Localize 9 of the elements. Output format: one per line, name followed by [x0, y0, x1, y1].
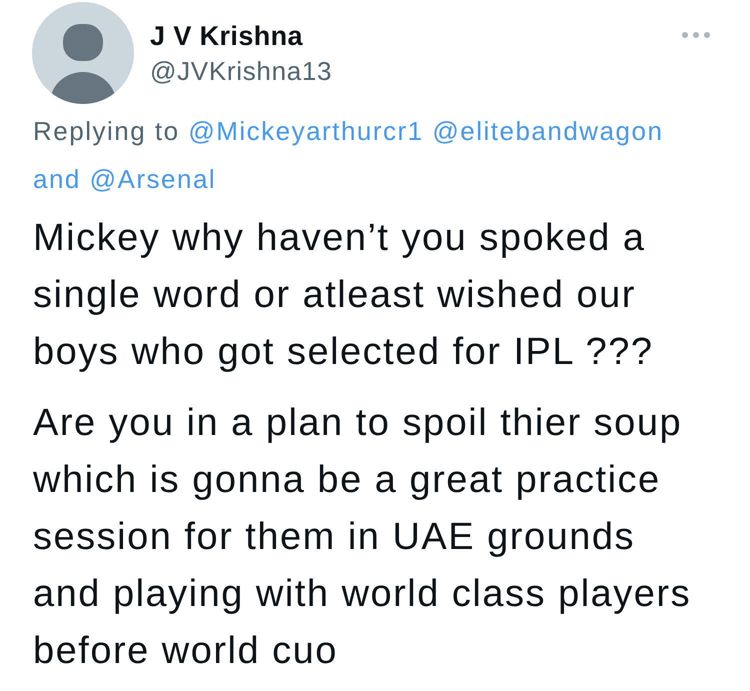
replying-to-text: Replying to @Mickeyarthurcr1 @elitebandwagon and @Arsenal: [33, 115, 664, 196]
tweet-text: Mickey why haven’t you spoked a single word or atleast wished our boys who got selected for IPL ???: [33, 216, 655, 375]
mention-link[interactable]: @Mickeyarthurcr1: [188, 116, 424, 146]
tweet-text: Are you in a plan to spoil thier soup which is gonna be a great practice session for them in UAE grounds and playing with world class players before world cuo: [33, 401, 692, 674]
mention-link[interactable]: @elitebandwagon: [432, 116, 664, 146]
avatar-icon[interactable]: [32, 2, 134, 104]
author-name[interactable]: J V Krishna: [150, 20, 303, 52]
mention-link[interactable]: @Arsenal: [90, 164, 216, 194]
author-handle[interactable]: @JVKrishna13: [150, 54, 332, 88]
